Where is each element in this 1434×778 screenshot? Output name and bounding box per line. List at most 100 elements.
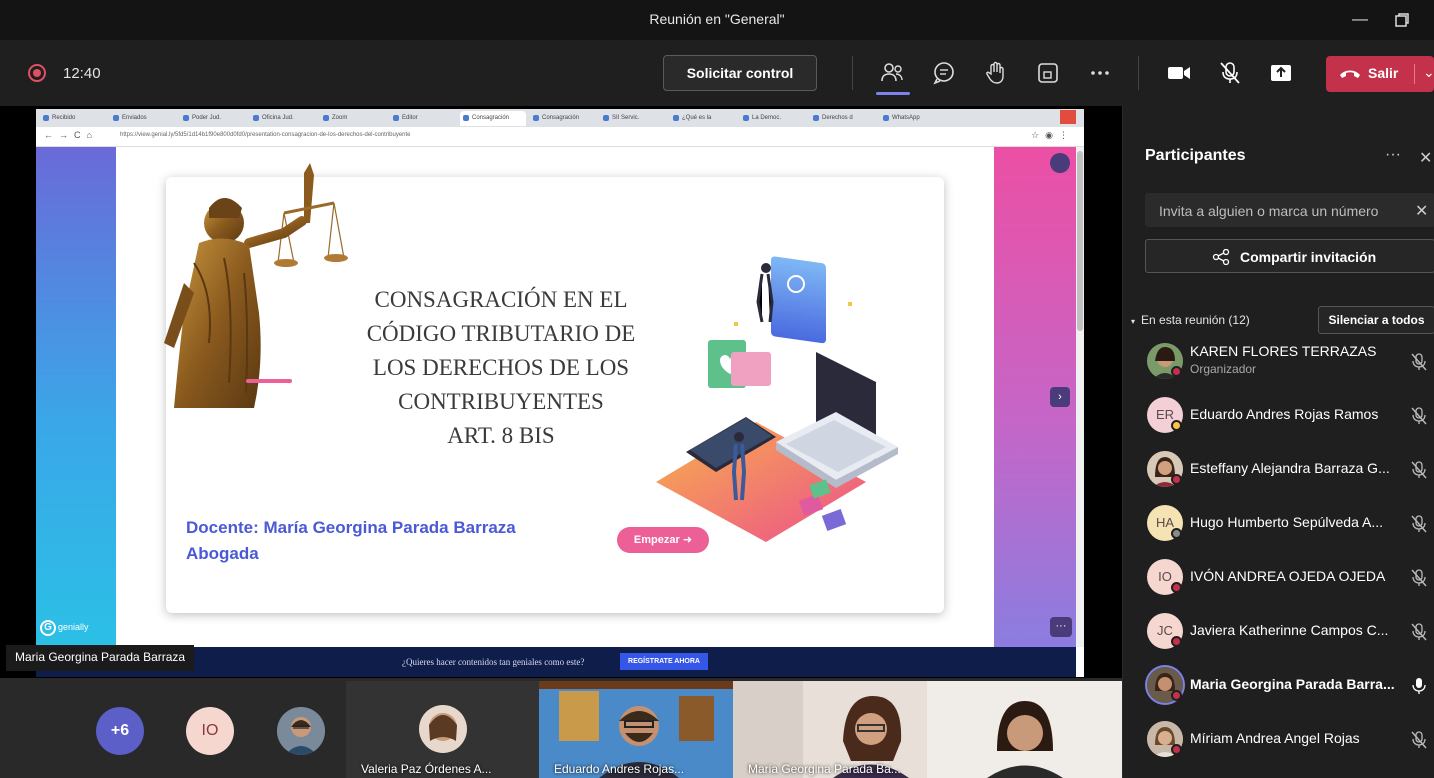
participant-video-name: Eduardo Andres Rojas... (554, 762, 685, 776)
video-gallery: +6 IO Valeria Paz Órdenes A... Eduardo A… (0, 678, 1122, 778)
title-bar: Reunión en "General" — (0, 0, 1434, 40)
mic-muted-icon (1411, 353, 1427, 371)
participant-name: KAREN FLORES TERRAZAS (1190, 343, 1377, 359)
toolbar-divider (852, 56, 853, 90)
meeting-toolbar: 12:40 Solicitar control Salir ⌄ (0, 40, 1434, 106)
participant-name: Esteffany Alejandra Barraza G... (1190, 460, 1390, 476)
genially-page: › ··· Ggenially CONSAGRACIÓN EN EL CÓDIG… (36, 147, 1076, 647)
request-control-button[interactable]: Solicitar control (663, 55, 817, 91)
in-meeting-section-toggle[interactable]: ▾ En esta reunión (12) (1131, 313, 1250, 327)
mic-muted-icon (1411, 407, 1427, 425)
browser-nav-icons: ←→C⌂ (44, 130, 98, 140)
technology-illustration (656, 256, 898, 542)
participants-panel: Participantes ··· ✕ Invita a alguien o m… (1122, 106, 1434, 778)
panel-title: Participantes (1145, 147, 1246, 164)
participant-row[interactable]: HA Hugo Humberto Sepúlveda A... (1145, 497, 1434, 551)
hang-up-icon (1340, 70, 1360, 78)
status-badge (1171, 636, 1182, 647)
shared-browser-window: Recibido Enviados Poder Jud. Oficina Jud… (36, 109, 1084, 677)
participant-avatar: IO (186, 707, 234, 755)
slide-title: CONSAGRACIÓN EN EL CÓDIGO TRIBUTARIO DE … (366, 287, 636, 448)
window-title: Reunión en "General" (649, 11, 785, 27)
people-icon[interactable] (879, 60, 905, 86)
browser-tab: WhatsApp (880, 111, 946, 126)
status-badge (1171, 474, 1182, 485)
browser-tab: Poder Jud. (180, 111, 246, 126)
leave-label: Salir (1368, 65, 1399, 81)
breakout-rooms-icon[interactable] (1035, 60, 1061, 86)
slide-author: Docente: María Georgina Parada Barraza A… (186, 515, 516, 567)
browser-tab: Oficina Jud. (250, 111, 316, 126)
participant-row[interactable]: KAREN FLORES TERRAZAS Organizador (1145, 335, 1434, 389)
invite-placeholder: Invita a alguien o marca un número (1159, 203, 1379, 219)
mic-muted-icon (1411, 515, 1427, 533)
participant-video: Maria Georgina Parada Ba... (733, 681, 927, 778)
active-tab-indicator (876, 92, 910, 95)
browser-tab: Recibido (40, 111, 106, 126)
participant-name: Míriam Andrea Angel Rojas (1190, 730, 1360, 746)
browser-tab: Editor (390, 111, 456, 126)
browser-url: https://view.genial.ly/5fd5/1d14b1f90e80… (120, 132, 411, 138)
browser-address-bar: ←→C⌂ https://view.genial.ly/5fd5/1d14b1f… (36, 127, 1084, 147)
browser-tab: Consagración (530, 111, 596, 126)
share-invitation-label: Compartir invitación (1240, 249, 1377, 265)
panel-more-icon[interactable]: ··· (1385, 146, 1401, 164)
share-invitation-button[interactable]: Compartir invitación (1145, 239, 1434, 273)
browser-tab: La Democ. (740, 111, 806, 126)
participant-row[interactable]: Míriam Andrea Angel Rojas (1145, 713, 1434, 767)
slide-card: CONSAGRACIÓN EN EL CÓDIGO TRIBUTARIO DE … (164, 163, 944, 613)
chat-icon[interactable] (931, 60, 957, 86)
browser-tab-active: Consagración (460, 111, 526, 126)
chevron-down-icon[interactable]: ⌄ (1414, 64, 1434, 84)
participant-name: Hugo Humberto Sepúlveda A... (1190, 514, 1384, 530)
participant-name: Eduardo Andres Rojas Ramos (1190, 406, 1379, 422)
browser-scrollbar (1076, 147, 1084, 647)
status-badge (1171, 690, 1182, 701)
minimize-icon[interactable]: — (1346, 6, 1374, 34)
restore-icon[interactable] (1388, 6, 1416, 34)
camera-icon[interactable] (1166, 60, 1192, 86)
status-badge (1171, 420, 1182, 431)
participant-name: Maria Georgina Parada Barra... (1190, 676, 1395, 692)
slide-more-icon: ··· (1050, 617, 1072, 637)
justice-statue-image (164, 163, 348, 408)
browser-tab-strip: Recibido Enviados Poder Jud. Oficina Jud… (36, 109, 1084, 127)
next-slide-icon: › (1050, 387, 1070, 407)
browser-tab: ¿Qué es la (670, 111, 736, 126)
participant-row[interactable]: ER Eduardo Andres Rojas Ramos (1145, 389, 1434, 443)
participant-row[interactable]: Esteffany Alejandra Barraza G... (1145, 443, 1434, 497)
status-badge (1171, 582, 1182, 593)
author-title: Abogada (186, 544, 259, 563)
mic-muted-icon (1411, 569, 1427, 587)
browser-tab: SII Servic. (600, 111, 666, 126)
participant-row[interactable]: JC Javiera Katherinne Campos C... (1145, 605, 1434, 659)
more-options-icon[interactable] (1087, 60, 1113, 86)
browser-tab: Zoom (320, 111, 386, 126)
browser-toolbar-icons: ☆◉⋮ (1031, 130, 1074, 140)
leave-button[interactable]: Salir ⌄ (1326, 56, 1434, 92)
close-icon[interactable]: ✕ (1419, 148, 1432, 168)
mic-icon (1412, 678, 1426, 694)
shared-screen: Recibido Enviados Poder Jud. Oficina Jud… (0, 106, 1122, 678)
participant-row-speaking[interactable]: Maria Georgina Parada Barra... (1145, 659, 1434, 713)
participant-name: Javiera Katherinne Campos C... (1190, 622, 1389, 638)
accent-line (246, 379, 292, 383)
gradient-left (36, 147, 116, 647)
share-tray-icon[interactable] (1268, 60, 1294, 86)
clear-icon[interactable]: ✕ (1415, 201, 1428, 221)
participant-row[interactable]: IO IVÓN ANDREA OJEDA OJEDA (1145, 551, 1434, 605)
genially-logo: Ggenially (40, 620, 89, 636)
browser-tab: Enviados (110, 111, 176, 126)
invite-input[interactable]: Invita a alguien o marca un número ✕ (1145, 193, 1434, 227)
mic-muted-icon (1411, 461, 1427, 479)
more-participants-button[interactable]: +6 (96, 707, 144, 755)
participant-video: Valeria Paz Órdenes A... (346, 681, 539, 778)
recording-icon (28, 64, 46, 82)
mute-all-button[interactable]: Silenciar a todos (1318, 306, 1434, 334)
mic-muted-icon[interactable] (1217, 60, 1243, 86)
participant-video-name: Maria Georgina Parada Ba... (748, 762, 901, 776)
promo-text: ¿Quieres hacer contenidos tan geniales c… (402, 657, 585, 667)
mic-muted-icon (1411, 623, 1427, 641)
raise-hand-icon[interactable] (983, 60, 1009, 86)
status-badge (1171, 366, 1182, 377)
